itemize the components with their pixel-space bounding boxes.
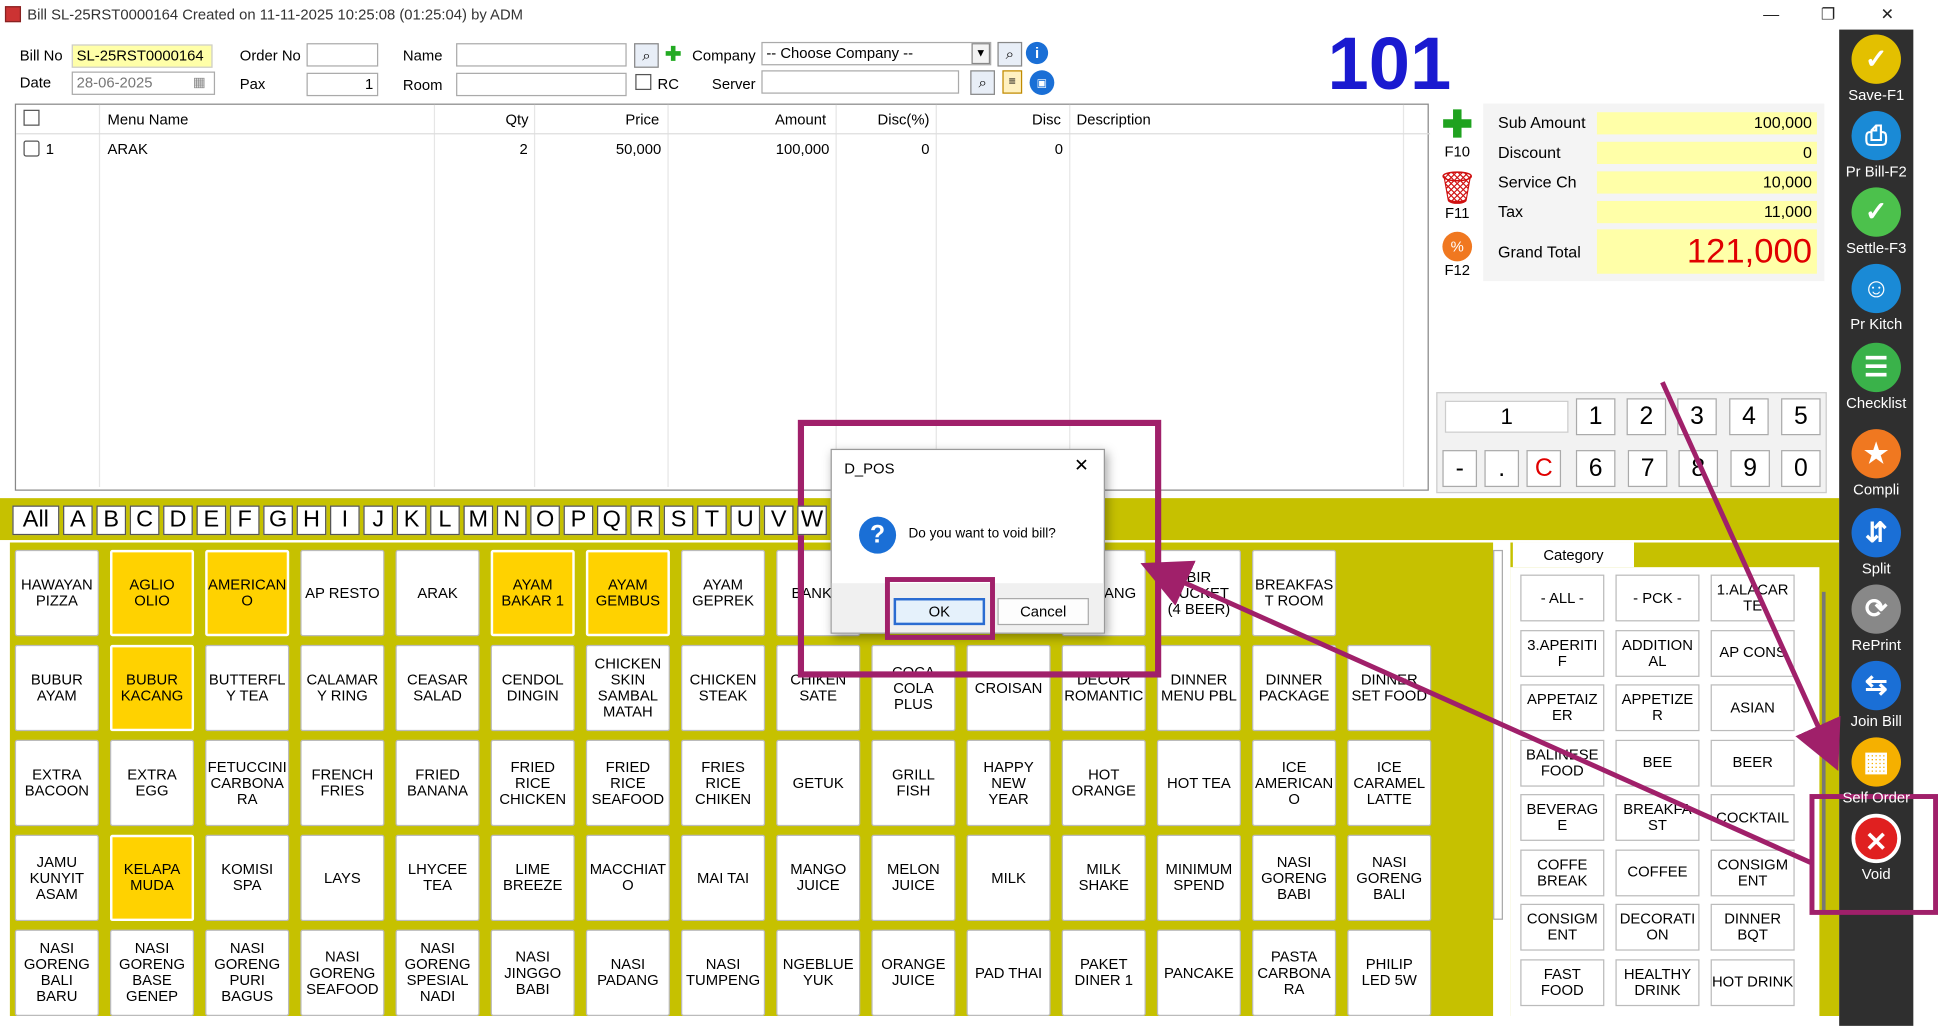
sidebar-button[interactable]: ⎙ Pr Bill-F2 [1842, 110, 1911, 181]
sidebar-label: Join Bill [1850, 712, 1902, 730]
ok-highlight-box [884, 577, 995, 640]
sidebar-label: Pr Kitch [1850, 315, 1903, 333]
sidebar-button[interactable]: ⇵ Split [1842, 507, 1911, 578]
sidebar-button[interactable]: ⟳ RePrint [1842, 584, 1911, 653]
sidebar-label: Self Order [1842, 789, 1911, 807]
alpha-key[interactable]: O [530, 505, 560, 536]
kitchen-printer-icon: ☺ [1851, 263, 1901, 314]
sidebar-button[interactable]: ★ Compli [1842, 429, 1911, 498]
save-icon: ✓ [1851, 34, 1901, 84]
qr-icon: ▦ [1851, 737, 1901, 787]
sidebar-label: Pr Bill-F2 [1845, 162, 1907, 181]
sidebar-label: Split [1861, 559, 1891, 578]
alpha-key[interactable]: K [396, 505, 427, 536]
alpha-key[interactable]: P [563, 505, 594, 536]
alpha-key[interactable]: D [163, 505, 193, 536]
sidebar-label: Compli [1853, 480, 1900, 499]
pos-window: Bill SL-25RST0000164 Created on 11-11-20… [0, 0, 1938, 1026]
sidebar-button[interactable]: ☺ Pr Kitch [1842, 263, 1911, 333]
alpha-key[interactable]: I [330, 505, 360, 536]
alpha-key[interactable]: F [229, 505, 260, 536]
alpha-key[interactable]: L [430, 505, 460, 536]
alpha-key[interactable]: M [463, 505, 494, 536]
alpha-key[interactable]: N [496, 505, 527, 536]
arrow-to-dialog [1140, 560, 1813, 866]
alpha-key[interactable]: R [630, 505, 661, 536]
printer-icon: ⎙ [1851, 110, 1901, 161]
alpha-key[interactable]: G [263, 505, 293, 536]
sidebar-button[interactable]: ▦ Self Order [1842, 737, 1911, 806]
alpha-key[interactable]: A [63, 505, 93, 536]
sidebar-button[interactable]: ✓ Save-F1 [1842, 34, 1911, 104]
alpha-key[interactable]: V [763, 505, 794, 536]
sidebar-button[interactable]: ✕ Void [1842, 813, 1911, 883]
alpha-key[interactable]: B [96, 505, 127, 536]
alpha-key[interactable]: C [129, 505, 160, 536]
alpha-key[interactable]: E [196, 505, 227, 536]
sidebar-button[interactable]: ☰ Checklist [1842, 342, 1911, 412]
alpha-key[interactable]: W [797, 505, 827, 536]
sidebar-label: Void [1861, 865, 1891, 883]
sidebar-label: Save-F1 [1848, 86, 1905, 104]
sidebar-label: RePrint [1851, 636, 1901, 654]
join-icon: ⇆ [1851, 660, 1901, 711]
alpha-key[interactable]: J [363, 505, 394, 536]
sidebar-button[interactable]: ✓ Settle-F3 [1842, 187, 1911, 256]
alpha-key[interactable]: U [730, 505, 761, 536]
sidebar-button[interactable]: ⇆ Join Bill [1842, 660, 1911, 730]
checklist-icon: ☰ [1851, 342, 1901, 393]
alpha-key[interactable]: H [296, 505, 327, 536]
sidebar-label: Settle-F3 [1846, 239, 1907, 257]
reprint-icon: ⟳ [1851, 584, 1901, 634]
void-icon: ✕ [1851, 813, 1901, 864]
split-icon: ⇵ [1851, 507, 1901, 558]
alpha-key[interactable]: T [697, 505, 727, 536]
arrow-to-void [1660, 381, 1841, 771]
sidebar-label: Checklist [1846, 394, 1907, 412]
alpha-key[interactable]: Q [596, 505, 627, 536]
settle-check-icon: ✓ [1851, 187, 1901, 237]
free-badge-icon: ★ [1851, 429, 1901, 479]
alpha-key[interactable]: All [12, 505, 60, 536]
alpha-key[interactable]: S [663, 505, 694, 536]
